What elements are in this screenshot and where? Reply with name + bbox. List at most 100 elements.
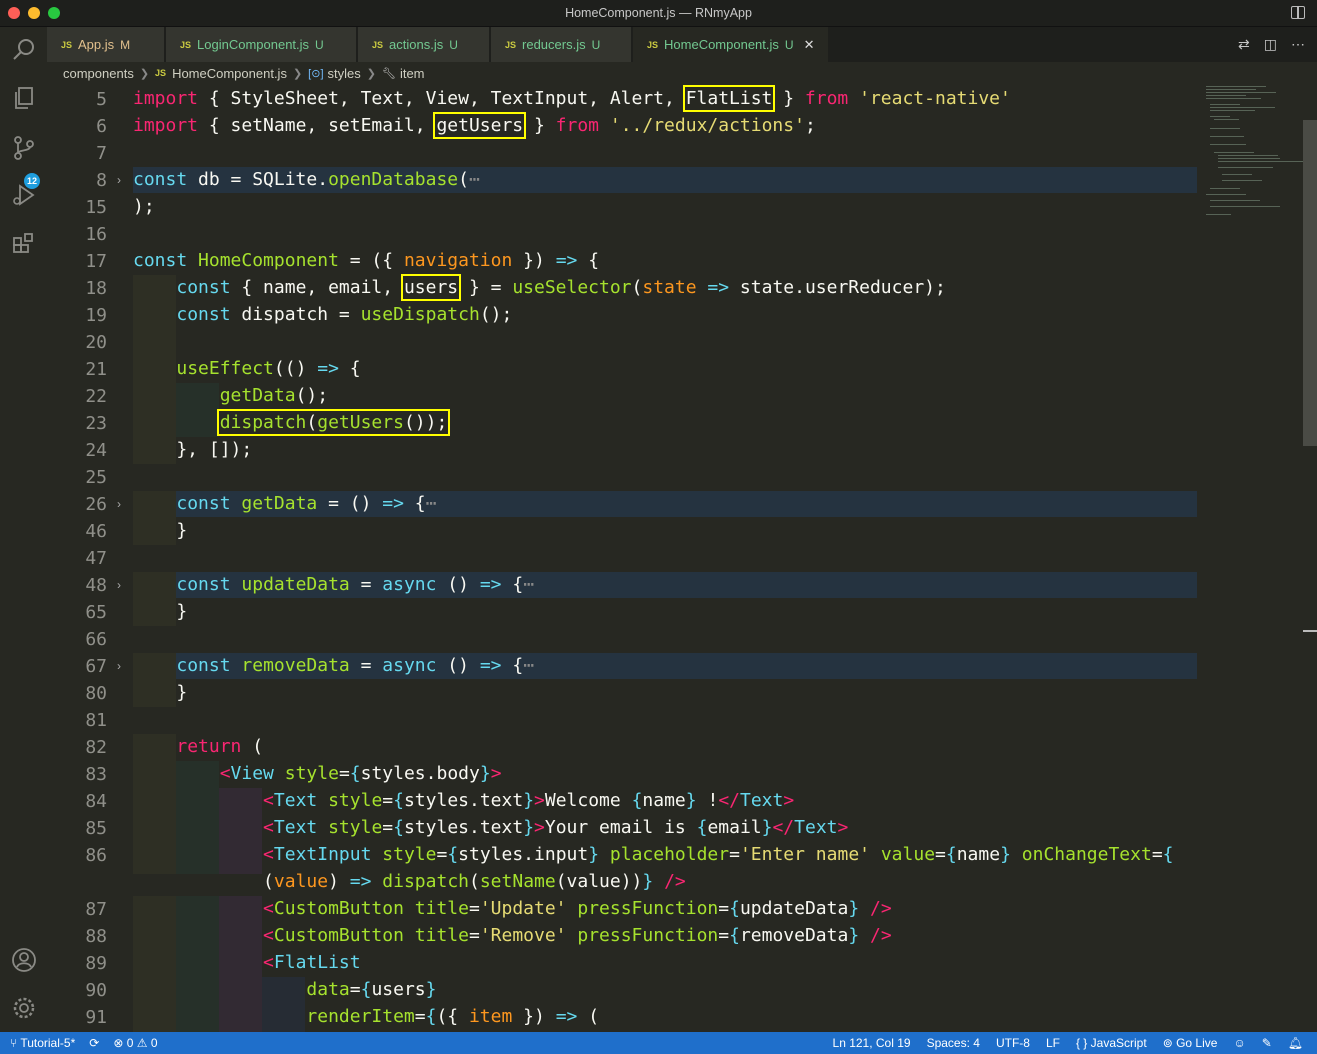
minimap[interactable] bbox=[1204, 84, 1308, 224]
encoding[interactable]: UTF-8 bbox=[996, 1036, 1030, 1050]
indentation[interactable]: Spaces: 4 bbox=[927, 1036, 980, 1050]
line-number: 21 bbox=[85, 359, 107, 380]
line-number: 84 bbox=[85, 791, 107, 812]
line-number: 6 bbox=[96, 116, 107, 137]
code-line: ); bbox=[133, 196, 155, 217]
code-line: const updateData = async () => {⋯ bbox=[176, 574, 535, 595]
line-number: 86 bbox=[85, 845, 107, 866]
code-line: <Text style={styles.text}>Your email is … bbox=[263, 817, 849, 838]
code-line: dispatch(getUsers()); bbox=[133, 409, 451, 436]
code-line: const { name, email, users } = useSelect… bbox=[176, 274, 946, 301]
vertical-scrollbar[interactable] bbox=[1303, 120, 1317, 446]
tab-app-js[interactable]: JS App.js M bbox=[47, 27, 165, 62]
line-number: 23 bbox=[85, 413, 107, 434]
account-icon[interactable] bbox=[11, 947, 37, 973]
branch-indicator[interactable]: ⑂ Tutorial-5* bbox=[10, 1036, 75, 1050]
breadcrumb-symbol-item[interactable]: item bbox=[400, 66, 425, 81]
js-file-icon: JS bbox=[647, 39, 659, 50]
code-line: const dispatch = useDispatch(); bbox=[176, 304, 513, 325]
fold-chevron-icon[interactable]: › bbox=[117, 173, 121, 187]
line-number: 83 bbox=[85, 764, 107, 785]
source-control-icon[interactable] bbox=[11, 135, 37, 161]
explorer-icon[interactable] bbox=[11, 85, 37, 111]
code-line: <CustomButton title='Update' pressFuncti… bbox=[263, 898, 892, 919]
activity-bar: 12 bbox=[0, 27, 47, 1032]
code-line: <CustomButton title='Remove' pressFuncti… bbox=[263, 925, 892, 946]
fold-chevron-icon[interactable]: › bbox=[117, 497, 121, 511]
window-title: HomeComponent.js — RNmyApp bbox=[565, 6, 752, 20]
breadcrumb-file[interactable]: HomeComponent.js bbox=[172, 66, 287, 81]
code-line: import { setName, setEmail, getUsers } f… bbox=[133, 112, 816, 139]
more-actions-icon[interactable]: ⋯ bbox=[1291, 36, 1305, 53]
cursor-position[interactable]: Ln 121, Col 19 bbox=[833, 1036, 911, 1050]
status-bar: ⑂ Tutorial-5* ⟳ ⊗ 0 ⚠ 0 Ln 121, Col 19 S… bbox=[0, 1032, 1317, 1054]
highlight-box: users bbox=[400, 274, 462, 301]
line-number: 16 bbox=[85, 224, 107, 245]
code-line: <TextInput style={styles.input} placehol… bbox=[263, 844, 1174, 865]
variable-symbol-icon: [⊙] bbox=[308, 67, 324, 80]
tab-status: U bbox=[449, 37, 458, 52]
run-debug-icon[interactable] bbox=[11, 182, 37, 208]
editor-actions: ⇄ ◫ ⋯ bbox=[1238, 36, 1305, 53]
tab-actions[interactable]: JS actions.js U bbox=[358, 27, 490, 62]
language-mode[interactable]: { } JavaScript bbox=[1076, 1036, 1147, 1050]
line-number: 89 bbox=[85, 953, 107, 974]
fold-chevron-icon[interactable]: › bbox=[117, 659, 121, 673]
line-number: 25 bbox=[85, 467, 107, 488]
close-tab-icon[interactable]: ✕ bbox=[804, 37, 815, 53]
chevron-right-icon: ❯ bbox=[292, 67, 303, 80]
tab-reducers[interactable]: JS reducers.js U bbox=[491, 27, 632, 62]
code-line: }, []); bbox=[133, 439, 253, 460]
code-line: (value) => dispatch(setName(value))} /> bbox=[133, 871, 686, 892]
code-line: } bbox=[133, 682, 188, 703]
js-file-icon: JS bbox=[61, 39, 73, 50]
compare-changes-icon[interactable]: ⇄ bbox=[1238, 36, 1250, 53]
branch-name: Tutorial-5* bbox=[20, 1036, 76, 1050]
line-number: 47 bbox=[85, 548, 107, 569]
tab-home-component[interactable]: JS HomeComponent.js U ✕ bbox=[633, 27, 829, 62]
notifications-bell-icon[interactable]: 🔔︎ bbox=[1288, 1036, 1303, 1050]
breadcrumb-folder[interactable]: components bbox=[63, 66, 134, 81]
highlight-box: getUsers bbox=[433, 112, 527, 139]
line-number: 90 bbox=[85, 980, 107, 1001]
problems-indicator[interactable]: ⊗ 0 ⚠ 0 bbox=[113, 1036, 157, 1050]
code-line: <View style={styles.body}> bbox=[219, 763, 502, 784]
line-number: 80 bbox=[85, 683, 107, 704]
sync-icon[interactable]: ⟳ bbox=[89, 1036, 99, 1050]
code-line: const HomeComponent = ({ navigation }) =… bbox=[133, 250, 600, 271]
breadcrumb-symbol-styles[interactable]: styles bbox=[328, 66, 361, 81]
tab-login-component[interactable]: JS LoginComponent.js U bbox=[166, 27, 357, 62]
code-line: return ( bbox=[176, 736, 264, 757]
code-line: import { StyleSheet, Text, View, TextInp… bbox=[133, 85, 1011, 112]
fold-chevron-icon[interactable]: › bbox=[117, 578, 121, 592]
line-number: 22 bbox=[85, 386, 107, 407]
js-file-icon: JS bbox=[372, 39, 384, 50]
line-number: 24 bbox=[85, 440, 107, 461]
tab-label: reducers.js bbox=[522, 37, 586, 52]
line-number: 65 bbox=[85, 602, 107, 623]
tab-label: HomeComponent.js bbox=[664, 37, 779, 52]
search-icon[interactable] bbox=[11, 37, 37, 63]
line-number: 26 bbox=[85, 494, 107, 515]
code-editor[interactable]: 5 6 7 8 15 16 17 18 19 20 21 22 23 24 25 26 46 47 48 65 66 67… bbox=[47, 84, 1317, 1032]
code-line: data={users} bbox=[306, 979, 437, 1000]
line-number: 7 bbox=[96, 143, 107, 164]
split-editor-icon[interactable]: ◫ bbox=[1264, 36, 1277, 53]
breadcrumb: components ❯ JS HomeComponent.js ❯ [⊙] s… bbox=[47, 62, 1317, 84]
tab-status: U bbox=[315, 37, 324, 52]
line-number: 87 bbox=[85, 899, 107, 920]
settings-gear-icon[interactable] bbox=[11, 995, 37, 1021]
copilot-icon[interactable]: ☺ bbox=[1233, 1036, 1245, 1050]
extensions-icon[interactable] bbox=[11, 230, 37, 256]
end-of-line[interactable]: LF bbox=[1046, 1036, 1060, 1050]
feedback-icon[interactable]: ✎ bbox=[1262, 1036, 1272, 1050]
layout-icon[interactable] bbox=[1291, 6, 1305, 19]
line-number: 82 bbox=[85, 737, 107, 758]
wrench-icon: 🔧︎ bbox=[381, 67, 396, 80]
go-live-button[interactable]: ⊚ Go Live bbox=[1163, 1036, 1218, 1050]
line-number: 18 bbox=[85, 278, 107, 299]
tab-label: App.js bbox=[78, 37, 115, 52]
highlight-box: dispatch(getUsers()); bbox=[216, 409, 451, 436]
line-number: 67 bbox=[85, 656, 107, 677]
line-number: 91 bbox=[85, 1007, 107, 1028]
